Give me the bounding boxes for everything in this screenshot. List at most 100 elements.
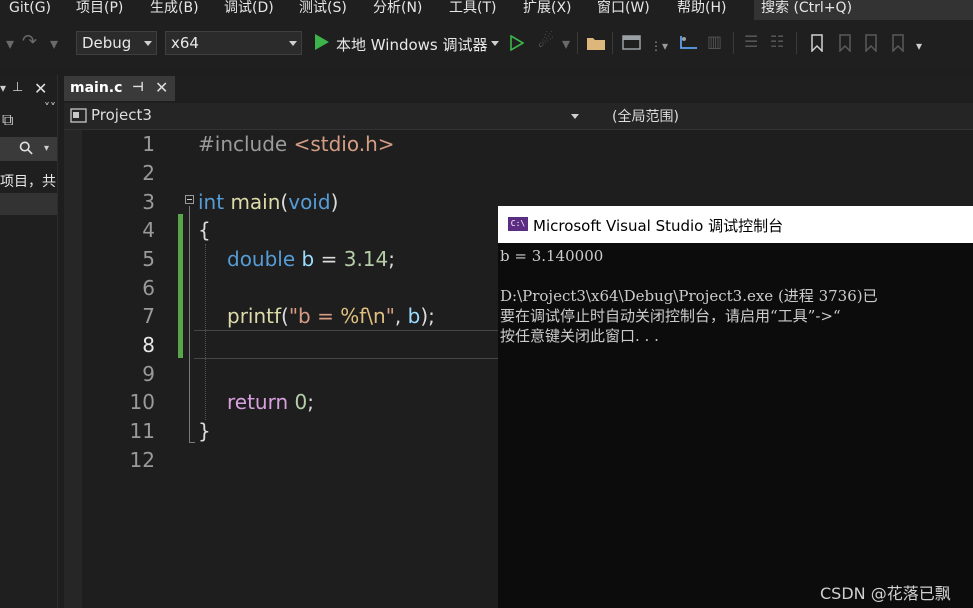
menu-extensions[interactable]: 扩展(X) — [523, 0, 572, 16]
config-select[interactable]: Debug — [76, 31, 157, 55]
watermark: CSDN @花落已飘 — [820, 584, 951, 603]
code-line-3: int main(void) — [198, 190, 339, 214]
menu-build[interactable]: 生成(B) — [150, 0, 199, 16]
assign-op: = — [314, 247, 344, 271]
code-line-5: double b = 3.14; — [227, 245, 395, 274]
hot-reload-icon[interactable]: ☄ — [538, 33, 554, 51]
panel-menu-chevron-icon[interactable]: ▾ — [0, 81, 6, 95]
console-output: b = 3.140000​D:\Project3\x64\Debug\Proje… — [500, 246, 973, 346]
chevron-down-icon — [491, 41, 499, 46]
line-number: 4 — [142, 218, 155, 242]
string-literal: "b = — [288, 304, 341, 328]
menu-help[interactable]: 帮助(H) — [677, 0, 726, 16]
solution-explorer-panel: ▾ ⊥ ✕ ˅˅ ⧉ ⚲ ▾ 项目，共 — [0, 75, 58, 608]
menu-tools[interactable]: 工具(T) — [449, 0, 496, 16]
line-number: 5 — [142, 247, 155, 271]
close-icon[interactable]: ✕ — [34, 79, 47, 98]
comment-out-icon[interactable]: ☰ — [744, 34, 758, 50]
console-title-bar[interactable]: C:\ Microsoft Visual Studio 调试控制台 — [498, 206, 973, 243]
menu-project[interactable]: 项目(P) — [76, 0, 123, 16]
project-select[interactable]: Project3 — [64, 103, 584, 129]
next-bookmark-icon[interactable] — [862, 34, 880, 52]
variable-b: b — [301, 247, 315, 271]
menu-debug[interactable]: 调试(D) — [224, 0, 274, 16]
keyword-void: void — [288, 190, 331, 214]
hot-reload-dropdown-icon[interactable]: ▾ — [562, 36, 570, 52]
start-without-debugging-icon[interactable] — [510, 35, 524, 51]
close-icon[interactable]: ✕ — [155, 78, 168, 97]
menu-window[interactable]: 窗口(W) — [597, 0, 650, 16]
console-line: 要在调试停止时自动关闭控制台，请启用“工具”->“ — [500, 307, 841, 325]
line-number: 11 — [129, 419, 155, 443]
console-title: Microsoft Visual Studio 调试控制台 — [533, 217, 784, 235]
format-icon[interactable]: ▥ — [707, 34, 722, 50]
keyword-double: double — [227, 247, 296, 271]
bookmark-icon[interactable] — [810, 34, 824, 52]
search-label: 搜索 (Ctrl+Q) — [761, 0, 853, 16]
step-into-icon[interactable] — [678, 34, 700, 52]
toolbar: ▾ ↷ ▾ Debug x64 本地 Windows 调试器 ☄ ▾ ⋮▾ ▥ … — [0, 22, 973, 66]
menu-bar: Git(G) 项目(P) 生成(B) 调试(D) 测试(S) 分析(N) 工具(… — [0, 0, 973, 22]
scope-select[interactable]: (全局范围) — [612, 103, 973, 129]
code-line-10: return 0; — [227, 388, 314, 417]
prev-bookmark-icon[interactable] — [836, 34, 854, 52]
menu-test[interactable]: 测试(S) — [299, 0, 347, 16]
console-line: b = 3.140000 — [500, 247, 604, 265]
line-number: 10 — [129, 390, 155, 414]
config-value: Debug — [82, 34, 132, 52]
chevron-down-icon: ▾ — [44, 143, 50, 154]
toolbar-overflow-icon[interactable]: ⋮▾ — [650, 38, 668, 54]
folder-icon[interactable] — [586, 35, 606, 51]
console-line: ​ — [500, 266, 973, 286]
code-line-1: #include <stdio.h> — [198, 130, 395, 159]
search-icon: ⚲ — [14, 136, 39, 161]
close-paren: ); — [420, 304, 435, 328]
debug-console-window[interactable]: C:\ Microsoft Visual Studio 调试控制台 b = 3.… — [498, 206, 973, 608]
menu-analyze[interactable]: 分析(N) — [373, 0, 422, 16]
keyword-return: return — [227, 390, 289, 414]
comma: , — [394, 304, 408, 328]
search-box[interactable]: 搜索 (Ctrl+Q) — [754, 0, 973, 20]
function-main: main — [230, 190, 281, 214]
code-line-11: } — [198, 417, 211, 446]
collapse-toggle-icon[interactable] — [185, 195, 194, 204]
clear-bookmarks-icon[interactable] — [889, 34, 907, 52]
console-line: 按任意键关闭此窗口. . . — [500, 327, 659, 345]
line-number: 12 — [129, 448, 155, 472]
number-literal: 3.14 — [343, 247, 389, 271]
uncomment-icon[interactable]: ☷ — [770, 34, 784, 50]
menu-git[interactable]: Git(G) — [9, 0, 51, 16]
toolbar-options-icon[interactable]: ▾ — [916, 38, 922, 54]
indent-guide — [205, 244, 207, 420]
search-solution-box[interactable]: ⚲ ▾ — [0, 136, 57, 161]
sync-view-icon[interactable]: ⧉ — [2, 110, 13, 130]
pin-icon[interactable]: ⊥ — [12, 80, 23, 95]
change-indicator-bar — [178, 214, 183, 358]
browser-link-icon[interactable] — [622, 34, 642, 52]
panel-overflow-icon[interactable]: ˅˅ — [44, 101, 56, 115]
nav-back-dropdown-icon[interactable]: ▾ — [6, 36, 14, 52]
platform-select[interactable]: x64 — [165, 31, 302, 55]
string-end: " — [385, 304, 395, 328]
escape-sequence: \n — [366, 304, 386, 328]
fold-guide — [189, 206, 190, 442]
pin-tab-icon[interactable]: ⊣ — [132, 80, 144, 95]
chevron-down-icon — [289, 41, 297, 46]
code-line-4: { — [198, 216, 211, 245]
number-literal: 0 — [294, 390, 308, 414]
redo-icon[interactable]: ↷ — [22, 33, 37, 51]
project-icon — [70, 108, 87, 123]
line-number: 6 — [142, 276, 155, 300]
close-brace: } — [198, 419, 211, 443]
line-number: 9 — [142, 362, 155, 386]
chevron-down-icon — [144, 41, 152, 46]
line-number: 2 — [142, 161, 155, 185]
redo-dropdown-icon[interactable]: ▾ — [50, 36, 58, 52]
tab-main-c[interactable]: main.c ⊣ ✕ — [64, 76, 175, 101]
start-debugging-button[interactable]: 本地 Windows 调试器 — [313, 31, 503, 55]
tab-label: main.c — [70, 80, 123, 96]
line-number: 7 — [142, 304, 155, 328]
solution-summary-text: 项目，共 — [0, 174, 56, 190]
run-label: 本地 Windows 调试器 — [336, 36, 488, 54]
selected-row[interactable] — [0, 193, 57, 215]
